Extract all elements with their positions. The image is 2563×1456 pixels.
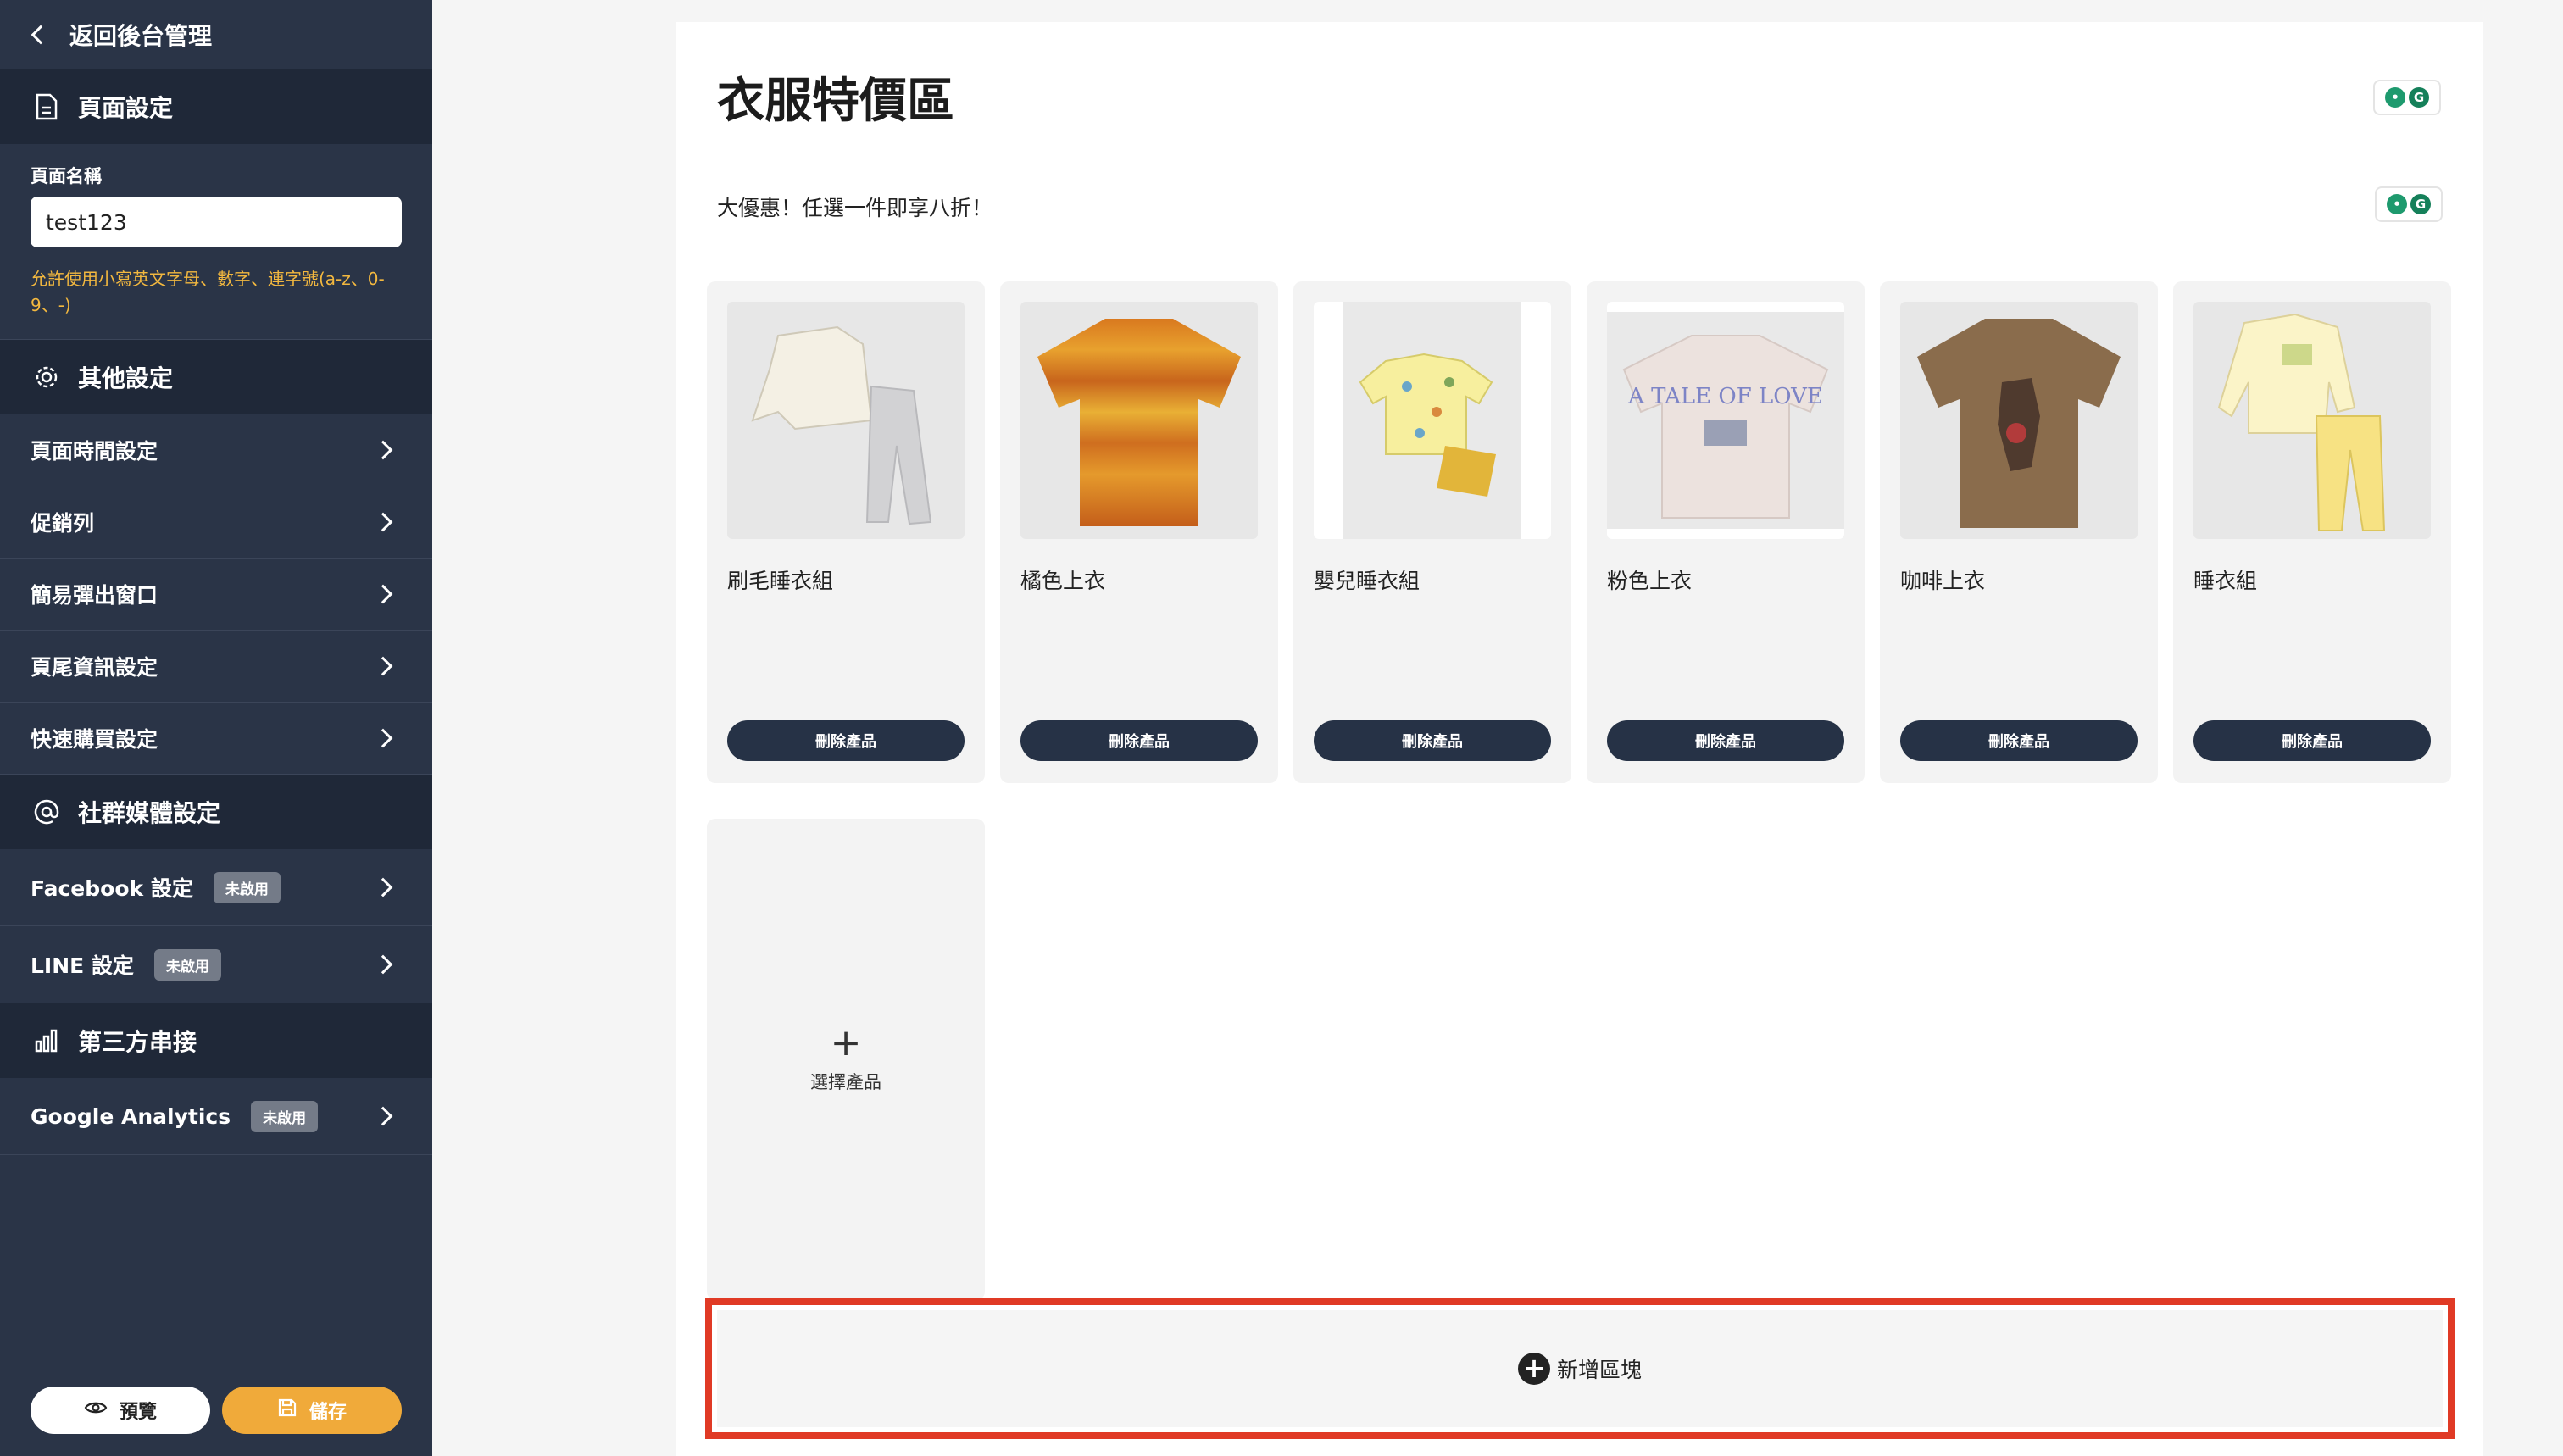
status-badge: 未啟用 — [153, 948, 221, 981]
section-title: 社群媒體設定 — [78, 799, 221, 827]
grammarly-g-icon: G — [2409, 87, 2429, 108]
product-image — [1900, 302, 2138, 539]
menu-item-label: Google Analytics — [31, 1103, 231, 1129]
product-image — [2193, 302, 2431, 539]
chevron-right-icon — [373, 1106, 393, 1126]
product-name: 咖啡上衣 — [1900, 569, 1986, 593]
product-name: 嬰兒睡衣組 — [1314, 569, 1420, 593]
menu-item-label: Facebook 設定 — [31, 876, 193, 901]
delete-product-button[interactable]: 刪除產品 — [1607, 720, 1844, 761]
add-block-label: 新增區塊 — [1556, 1358, 1642, 1382]
menu-item-popup[interactable]: 簡易彈出窗口 — [0, 559, 432, 631]
add-block-button[interactable]: + 新增區塊 — [717, 1310, 2443, 1427]
preview-button[interactable]: 預覽 — [31, 1387, 210, 1434]
menu-item-footer[interactable]: 頁尾資訊設定 — [0, 631, 432, 703]
product-card: 刷毛睡衣組 刪除產品 — [707, 281, 985, 783]
delete-product-button[interactable]: 刪除產品 — [1020, 720, 1258, 761]
svg-text:A TALE OF LOVE: A TALE OF LOVE — [1627, 384, 1823, 409]
menu-item-label: LINE 設定 — [31, 953, 134, 978]
sidebar-actions: 預覽 儲存 — [31, 1387, 402, 1434]
add-block-area: + 新增區塊 — [705, 1298, 2455, 1439]
product-name: 橘色上衣 — [1020, 569, 1106, 593]
document-icon — [32, 92, 61, 121]
grammarly-g-icon: G — [2410, 194, 2431, 214]
status-badge: 未啟用 — [251, 1100, 319, 1132]
delete-product-button[interactable]: 刪除產品 — [1314, 720, 1551, 761]
menu-item-google-analytics[interactable]: Google Analytics 未啟用 — [0, 1078, 432, 1155]
menu-item-promo-bar[interactable]: 促銷列 — [0, 486, 432, 559]
plus-circle-icon: + — [1517, 1353, 1550, 1385]
gear-icon — [32, 363, 61, 392]
chevron-right-icon — [373, 512, 393, 532]
menu-item-label: 促銷列 — [31, 511, 95, 536]
back-label: 返回後台管理 — [69, 22, 213, 50]
menu-item-facebook[interactable]: Facebook 設定 未啟用 — [0, 849, 432, 926]
product-image — [1020, 302, 1258, 539]
product-card: 睡衣組 刪除產品 — [2173, 281, 2451, 783]
page-title[interactable]: 衣服特價區 — [717, 63, 954, 131]
chevron-right-icon — [373, 877, 393, 897]
sidebar: 返回後台管理 頁面設定 頁面名稱 允許使用小寫英文字母、數字、連字號(a-z、0… — [0, 0, 432, 1456]
section-third-party: 第三方串接 — [0, 1003, 432, 1078]
chevron-right-icon — [373, 584, 393, 604]
preview-label: 預覽 — [119, 1401, 157, 1422]
product-card: 咖啡上衣 刪除產品 — [1880, 281, 2158, 783]
section-title: 頁面設定 — [78, 94, 174, 122]
page-name-hint: 允許使用小寫英文字母、數字、連字號(a-z、0-9、-) — [31, 269, 385, 315]
page-editor-canvas: 衣服特價區 • G 大優惠！任選一件即享八折！ • G 刷毛睡衣組 刪除產品 橘… — [676, 22, 2483, 1456]
product-name: 睡衣組 — [2193, 569, 2258, 593]
bulb-icon: • — [2385, 87, 2405, 108]
product-card: 嬰兒睡衣組 刪除產品 — [1293, 281, 1571, 783]
delete-product-button[interactable]: 刪除產品 — [2193, 720, 2431, 761]
select-product-label: 選擇產品 — [810, 1072, 881, 1092]
section-title: 其他設定 — [78, 364, 174, 392]
chevron-right-icon — [373, 954, 393, 975]
section-page-settings: 頁面設定 — [0, 69, 432, 144]
page-name-label: 頁面名稱 — [31, 166, 102, 186]
save-icon — [277, 1398, 297, 1423]
menu-item-label: 快速購買設定 — [31, 727, 158, 752]
grammarly-extension-icon[interactable]: • G — [2373, 80, 2441, 115]
product-image: A TALE OF LOVE — [1607, 302, 1844, 539]
delete-product-button[interactable]: 刪除產品 — [727, 720, 965, 761]
chevron-right-icon — [373, 656, 393, 676]
menu-item-page-time[interactable]: 頁面時間設定 — [0, 414, 432, 486]
eye-icon — [84, 1399, 108, 1421]
product-image — [1314, 302, 1551, 539]
section-other-settings: 其他設定 — [0, 340, 432, 414]
menu-item-quick-buy[interactable]: 快速購買設定 — [0, 703, 432, 775]
status-badge: 未啟用 — [213, 871, 281, 903]
page-subtitle[interactable]: 大優惠！任選一件即享八折！ — [717, 192, 992, 222]
back-to-admin-button[interactable]: 返回後台管理 — [0, 0, 432, 69]
menu-item-label: 簡易彈出窗口 — [31, 583, 158, 608]
menu-item-label: 頁面時間設定 — [31, 439, 158, 464]
bulb-icon: • — [2387, 194, 2407, 214]
delete-product-button[interactable]: 刪除產品 — [1900, 720, 2138, 761]
menu-item-line[interactable]: LINE 設定 未啟用 — [0, 926, 432, 1003]
product-card: A TALE OF LOVE 粉色上衣 刪除產品 — [1587, 281, 1865, 783]
chevron-right-icon — [373, 728, 393, 748]
at-sign-icon — [32, 797, 61, 826]
page-name-field-group: 頁面名稱 允許使用小寫英文字母、數字、連字號(a-z、0-9、-) — [0, 144, 432, 340]
section-title: 第三方串接 — [78, 1028, 197, 1056]
product-name: 刷毛睡衣組 — [727, 569, 834, 593]
section-social: 社群媒體設定 — [0, 775, 432, 849]
bar-chart-icon — [32, 1026, 61, 1055]
product-card: 橘色上衣 刪除產品 — [1000, 281, 1278, 783]
product-image — [727, 302, 965, 539]
menu-item-label: 頁尾資訊設定 — [31, 655, 158, 680]
chevron-left-icon — [31, 25, 51, 45]
product-name: 粉色上衣 — [1607, 569, 1693, 593]
save-button[interactable]: 儲存 — [222, 1387, 402, 1434]
chevron-right-icon — [373, 440, 393, 460]
grammarly-extension-icon[interactable]: • G — [2375, 186, 2443, 222]
select-product-button[interactable]: + 選擇產品 — [707, 819, 985, 1300]
save-label: 儲存 — [309, 1401, 347, 1422]
page-name-input[interactable] — [31, 197, 402, 247]
plus-icon: + — [830, 1021, 862, 1064]
